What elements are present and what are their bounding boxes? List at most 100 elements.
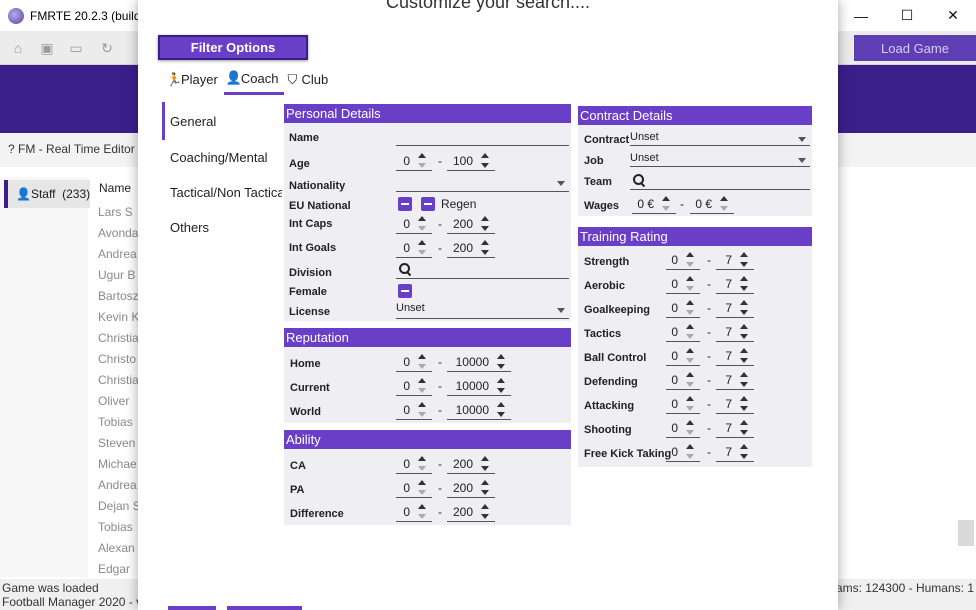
up-arrow-icon[interactable] xyxy=(740,276,748,281)
staff-name-row[interactable]: Tobias xyxy=(98,519,141,540)
down-arrow-icon[interactable] xyxy=(481,490,489,495)
free-kick-taking-max-stepper[interactable]: 7 xyxy=(716,442,754,462)
aerobic-min-stepper[interactable]: 0 xyxy=(666,274,700,294)
staff-name-row[interactable]: Bartosz xyxy=(98,288,141,309)
down-arrow-icon[interactable] xyxy=(481,514,489,519)
staff-name-row[interactable]: Tobias xyxy=(98,414,141,435)
refresh-icon[interactable]: ↻ xyxy=(98,40,116,56)
ok-button[interactable] xyxy=(168,606,216,610)
attacking-max-stepper[interactable]: 7 xyxy=(716,394,754,414)
tab-coach[interactable]: 👤 Coach xyxy=(223,64,285,95)
staff-name-row[interactable]: Oliver xyxy=(98,393,141,414)
up-arrow-icon[interactable] xyxy=(418,480,426,485)
down-arrow-icon[interactable] xyxy=(686,286,694,291)
up-arrow-icon[interactable] xyxy=(720,196,728,201)
staff-name-row[interactable]: Christia xyxy=(98,372,141,393)
ca-min-stepper[interactable]: 0 xyxy=(396,454,432,474)
down-arrow-icon[interactable] xyxy=(740,286,748,291)
down-arrow-icon[interactable] xyxy=(418,163,426,168)
staff-name-row[interactable]: Alexan xyxy=(98,540,141,561)
age-max-stepper[interactable]: 100 xyxy=(447,151,495,171)
up-arrow-icon[interactable] xyxy=(686,276,694,281)
down-arrow-icon[interactable] xyxy=(481,250,489,255)
ca-max-stepper[interactable]: 200 xyxy=(447,454,495,474)
tactics-min-stepper[interactable]: 0 xyxy=(666,322,700,342)
aerobic-max-stepper[interactable]: 7 xyxy=(716,274,754,294)
up-arrow-icon[interactable] xyxy=(418,354,426,359)
up-arrow-icon[interactable] xyxy=(686,300,694,305)
down-arrow-icon[interactable] xyxy=(740,358,748,363)
nav-general[interactable]: General xyxy=(162,102,282,140)
down-arrow-icon[interactable] xyxy=(686,334,694,339)
down-arrow-icon[interactable] xyxy=(686,430,694,435)
down-arrow-icon[interactable] xyxy=(418,490,426,495)
up-arrow-icon[interactable] xyxy=(497,402,505,407)
nav-others[interactable]: Others xyxy=(162,210,282,245)
up-arrow-icon[interactable] xyxy=(686,420,694,425)
free-kick-taking-min-stepper[interactable]: 0 xyxy=(666,442,700,462)
up-arrow-icon[interactable] xyxy=(418,216,426,221)
world-min-stepper[interactable]: 0 xyxy=(396,400,432,420)
home-max-stepper[interactable]: 10000 xyxy=(447,352,511,372)
down-arrow-icon[interactable] xyxy=(418,412,426,417)
int-caps-max-stepper[interactable]: 200 xyxy=(447,214,495,234)
up-arrow-icon[interactable] xyxy=(418,378,426,383)
shooting-max-stepper[interactable]: 7 xyxy=(716,418,754,438)
save-icon[interactable]: ▣ xyxy=(38,40,56,56)
current-max-stepper[interactable]: 10000 xyxy=(447,376,511,396)
filter-options-button[interactable]: Filter Options xyxy=(158,35,308,60)
down-arrow-icon[interactable] xyxy=(740,430,748,435)
up-arrow-icon[interactable] xyxy=(740,252,748,257)
down-arrow-icon[interactable] xyxy=(740,454,748,459)
down-arrow-icon[interactable] xyxy=(418,466,426,471)
down-arrow-icon[interactable] xyxy=(740,334,748,339)
up-arrow-icon[interactable] xyxy=(418,456,426,461)
staff-name-row[interactable]: Avonda xyxy=(98,225,141,246)
up-arrow-icon[interactable] xyxy=(686,444,694,449)
staff-name-row[interactable]: Lars S xyxy=(98,204,141,225)
nav-coaching-mental[interactable]: Coaching/Mental xyxy=(162,140,282,175)
up-arrow-icon[interactable] xyxy=(740,372,748,377)
current-min-stepper[interactable]: 0 xyxy=(396,376,432,396)
home-min-stepper[interactable]: 0 xyxy=(396,352,432,372)
difference-min-stepper[interactable]: 0 xyxy=(396,502,432,522)
staff-name-row[interactable]: Andrea xyxy=(98,246,141,267)
down-arrow-icon[interactable] xyxy=(740,406,748,411)
team-search-input[interactable] xyxy=(630,172,810,190)
strength-max-stepper[interactable]: 7 xyxy=(716,250,754,270)
down-arrow-icon[interactable] xyxy=(418,250,426,255)
staff-name-row[interactable]: Steven xyxy=(98,435,141,456)
down-arrow-icon[interactable] xyxy=(740,262,748,267)
up-arrow-icon[interactable] xyxy=(418,402,426,407)
up-arrow-icon[interactable] xyxy=(418,240,426,245)
up-arrow-icon[interactable] xyxy=(662,196,670,201)
regen-checkbox[interactable] xyxy=(421,197,435,211)
defending-max-stepper[interactable]: 7 xyxy=(716,370,754,390)
staff-name-row[interactable]: Michae xyxy=(98,456,141,477)
down-arrow-icon[interactable] xyxy=(481,226,489,231)
wages-min-stepper[interactable]: 0 € xyxy=(632,194,676,214)
license-combo[interactable]: Unset xyxy=(396,301,569,319)
down-arrow-icon[interactable] xyxy=(686,406,694,411)
up-arrow-icon[interactable] xyxy=(740,300,748,305)
sidebar-item-staff[interactable]: 👤 Staff (233) xyxy=(4,180,90,208)
help-icon[interactable]: ? xyxy=(8,142,15,156)
nationality-combo[interactable] xyxy=(396,174,569,192)
down-arrow-icon[interactable] xyxy=(686,262,694,267)
down-arrow-icon[interactable] xyxy=(497,412,505,417)
up-arrow-icon[interactable] xyxy=(686,324,694,329)
minimize-button[interactable]: — xyxy=(838,0,884,31)
up-arrow-icon[interactable] xyxy=(497,354,505,359)
world-max-stepper[interactable]: 10000 xyxy=(447,400,511,420)
down-arrow-icon[interactable] xyxy=(740,310,748,315)
staff-name-row[interactable]: Andrea xyxy=(98,477,141,498)
ball-control-max-stepper[interactable]: 7 xyxy=(716,346,754,366)
up-arrow-icon[interactable] xyxy=(740,396,748,401)
down-arrow-icon[interactable] xyxy=(418,364,426,369)
up-arrow-icon[interactable] xyxy=(497,378,505,383)
monitor-icon[interactable]: ▭ xyxy=(67,40,85,56)
up-arrow-icon[interactable] xyxy=(686,396,694,401)
ball-control-min-stepper[interactable]: 0 xyxy=(666,346,700,366)
down-arrow-icon[interactable] xyxy=(686,382,694,387)
tactics-max-stepper[interactable]: 7 xyxy=(716,322,754,342)
